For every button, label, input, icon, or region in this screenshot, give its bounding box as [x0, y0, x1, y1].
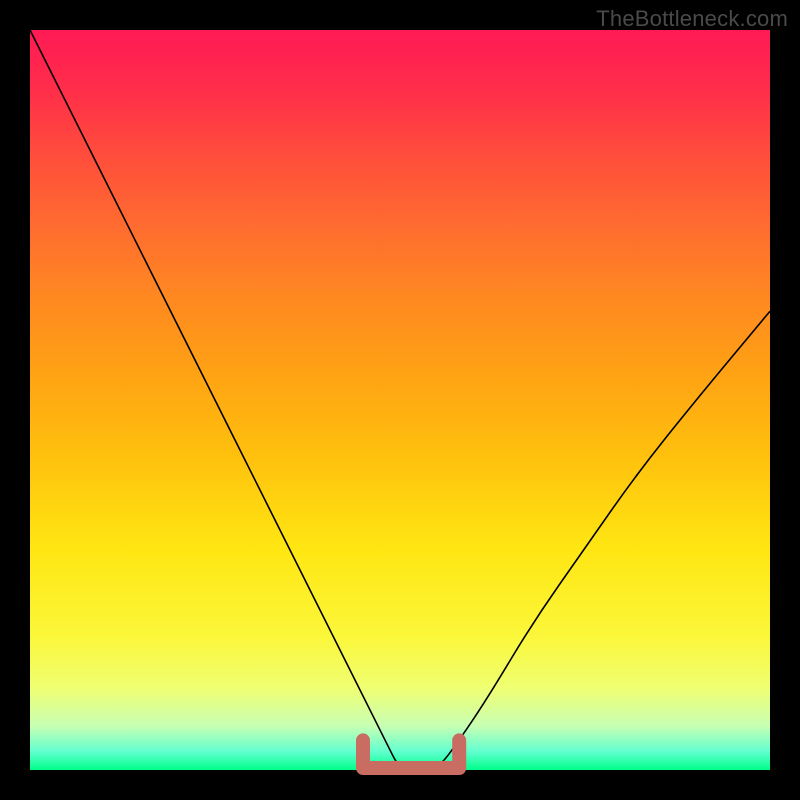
optimal-range-marker	[363, 740, 459, 768]
bottleneck-curve	[30, 30, 770, 770]
curve-layer	[30, 30, 770, 770]
watermark-text: TheBottleneck.com	[596, 6, 788, 32]
plot-area	[30, 30, 770, 770]
chart-frame: TheBottleneck.com	[0, 0, 800, 800]
